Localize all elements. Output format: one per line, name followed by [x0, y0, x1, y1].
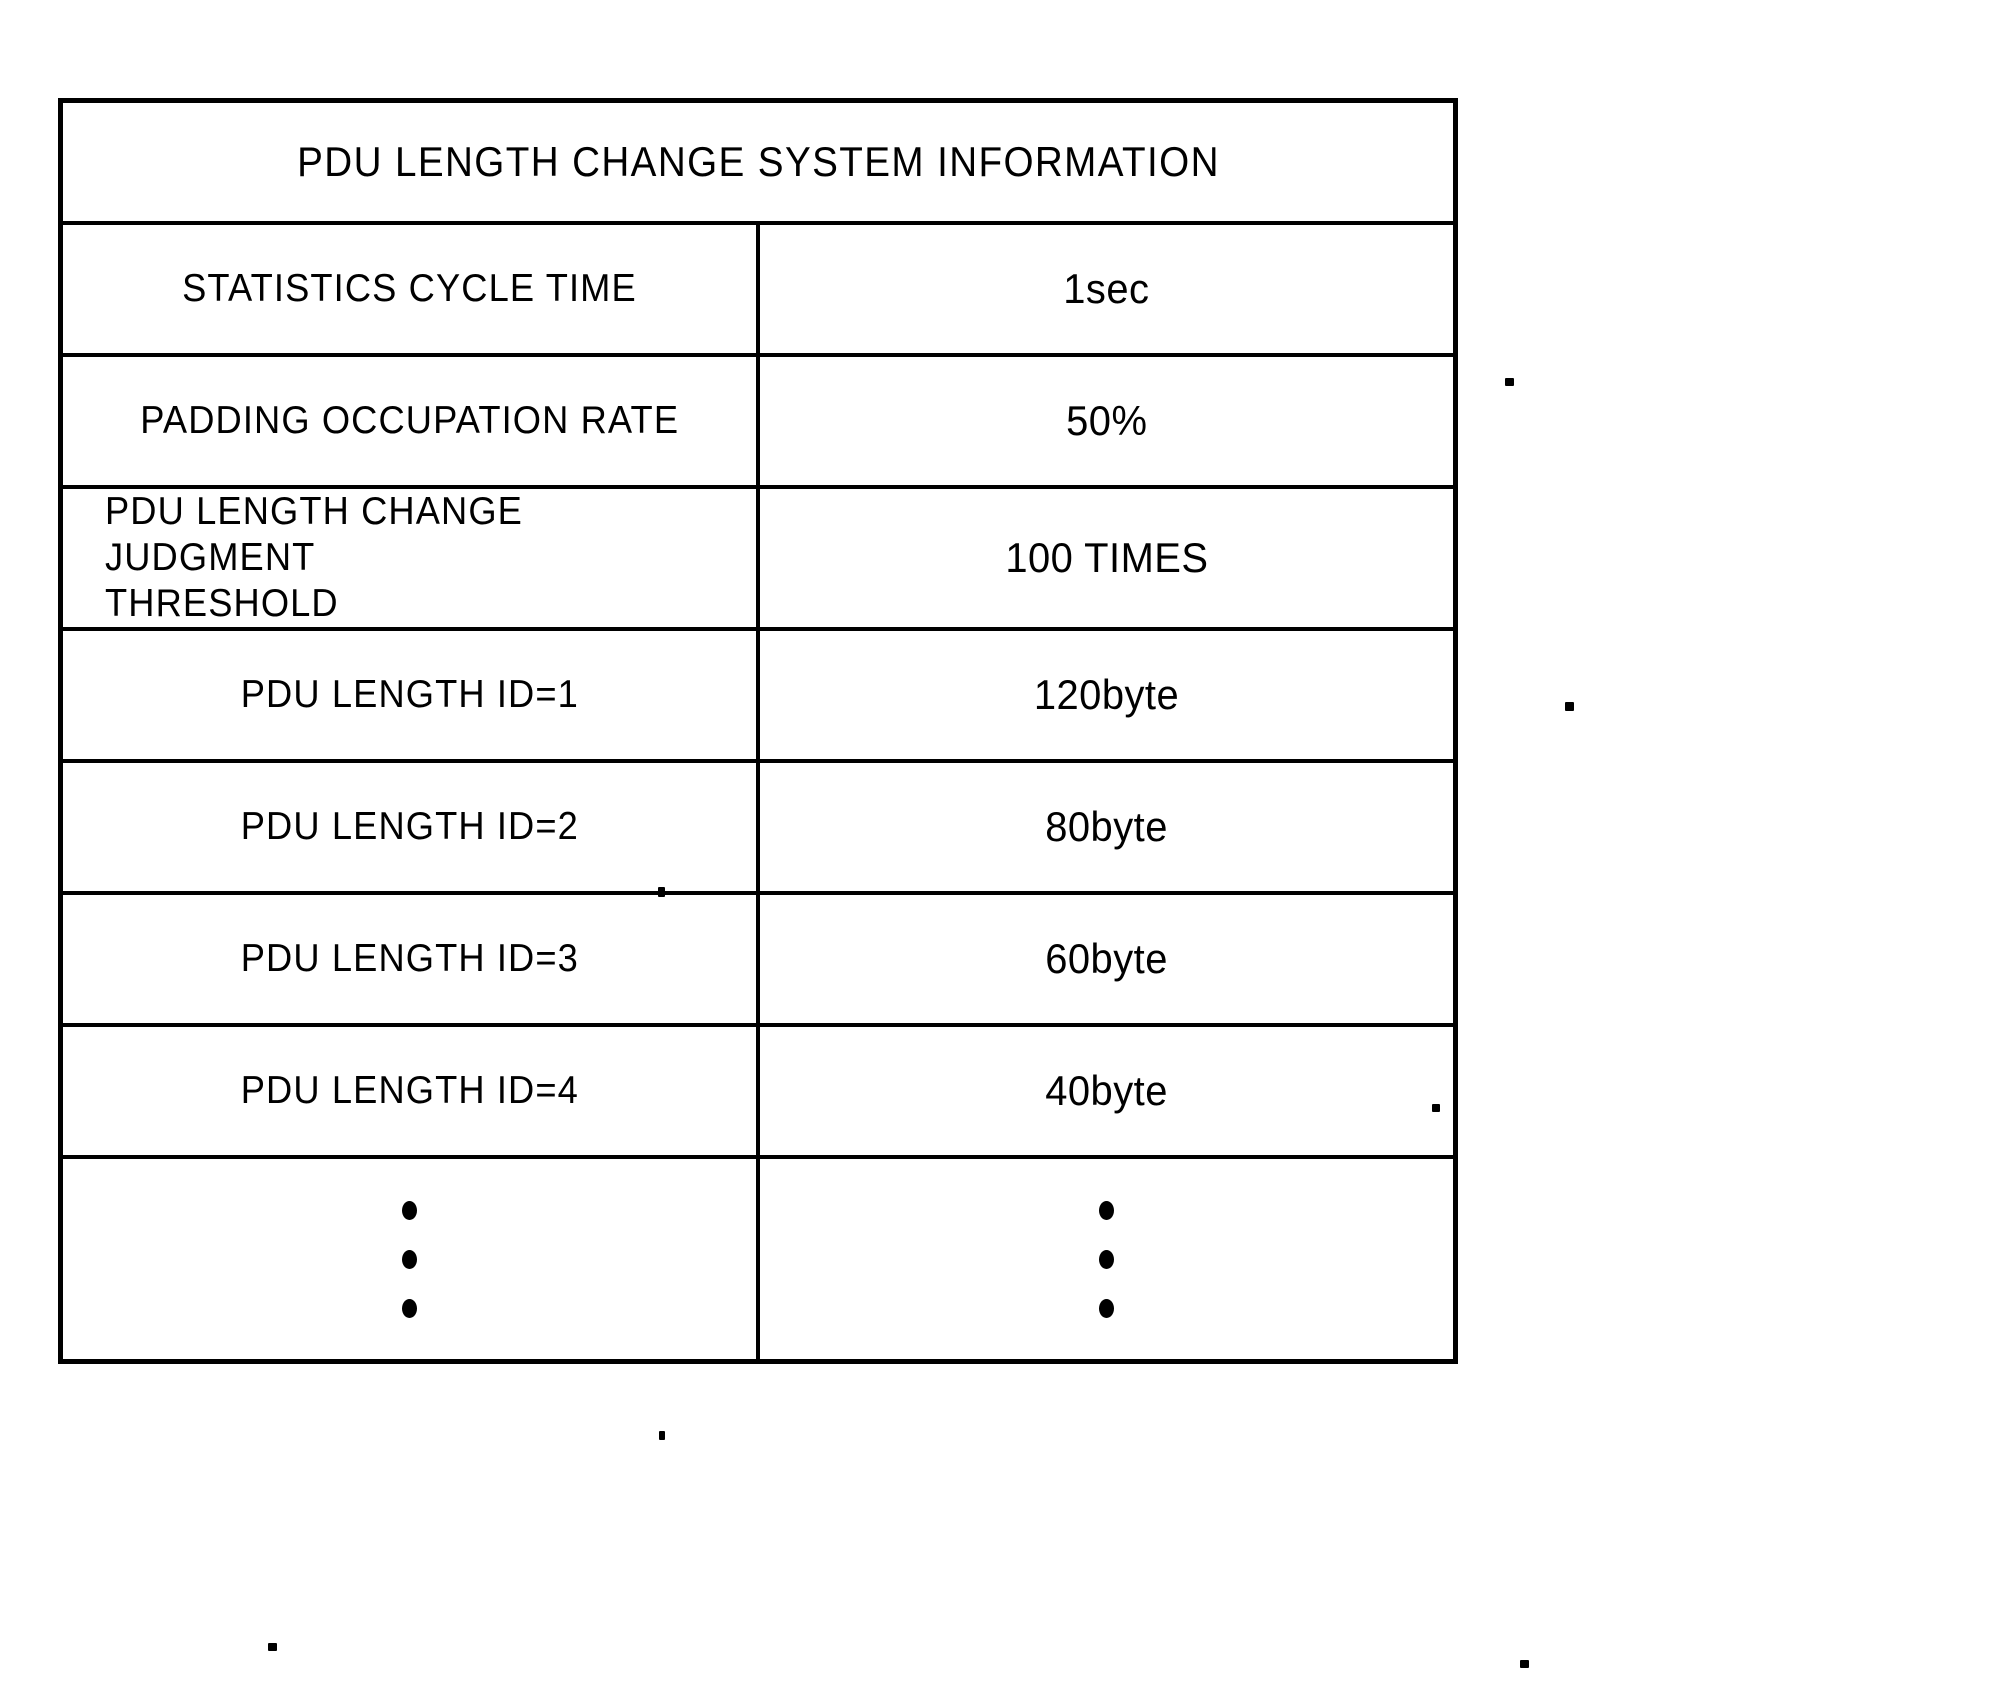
vertical-ellipsis-icon: [58, 1155, 760, 1364]
value-text: 80byte: [1045, 803, 1168, 851]
vertical-ellipsis-value-column: [1099, 1200, 1114, 1318]
row-value-statistics-cycle-time: 1sec: [756, 221, 1458, 357]
value-text: 100 TIMES: [1004, 534, 1209, 582]
scan-speck: [658, 887, 665, 897]
table-continuation-row: [58, 1155, 1458, 1364]
vertical-ellipsis-label-column: [402, 1200, 417, 1318]
label-text: STATISTICS CYCLE TIME: [182, 266, 637, 310]
table-header-row: PDU LENGTH CHANGE SYSTEM INFORMATION: [61, 98, 1456, 225]
ellipsis-dot: [402, 1200, 417, 1220]
pdu-length-change-system-information-table: PDU LENGTH CHANGE SYSTEM INFORMATION STA…: [58, 98, 1458, 1365]
table-row: PDU LENGTH ID=4 40byte: [58, 1023, 1458, 1160]
row-label-padding-occupation-rate: PADDING OCCUPATION RATE: [58, 353, 760, 489]
value-text: 50%: [1065, 397, 1148, 444]
vertical-ellipsis-icon: [756, 1155, 1458, 1364]
row-label-pdu-length-id-4: PDU LENGTH ID=4: [58, 1023, 760, 1160]
ellipsis-dot: [402, 1298, 417, 1318]
label-text: PDU LENGTH ID=1: [240, 673, 579, 717]
ellipsis-dot: [402, 1249, 417, 1269]
row-label-statistics-cycle-time: STATISTICS CYCLE TIME: [58, 221, 760, 357]
row-value-pdu-length-id-2: 80byte: [756, 759, 1458, 896]
label-text-line-1: PDU LENGTH CHANGE JUDGMENT: [105, 490, 524, 580]
ellipsis-dot: [1099, 1298, 1114, 1318]
page-title: PDU LENGTH CHANGE SYSTEM INFORMATION: [296, 138, 1220, 185]
scan-speck: [659, 1431, 665, 1440]
label-text: PDU LENGTH ID=4: [240, 1069, 579, 1113]
figure-canvas: PDU LENGTH CHANGE SYSTEM INFORMATION STA…: [0, 0, 2000, 1703]
table-body: PDU LENGTH CHANGE SYSTEM INFORMATION STA…: [58, 98, 1458, 1364]
label-text: PDU LENGTH ID=3: [240, 937, 579, 981]
row-value-pdu-length-change-judgment-threshold: 100 TIMES: [756, 484, 1458, 632]
label-text: PADDING OCCUPATION RATE: [140, 398, 679, 442]
value-text: 1sec: [1063, 265, 1150, 312]
table-row: STATISTICS CYCLE TIME 1sec: [58, 221, 1458, 357]
scan-speck: [1432, 1104, 1440, 1112]
table-row: PDU LENGTH ID=2 80byte: [58, 759, 1458, 896]
ellipsis-dot: [1099, 1249, 1114, 1269]
row-value-padding-occupation-rate: 50%: [756, 353, 1458, 489]
table-row: PADDING OCCUPATION RATE 50%: [58, 353, 1458, 489]
value-text: 60byte: [1045, 935, 1168, 983]
label-text: PDU LENGTH ID=2: [240, 805, 579, 849]
table-row: PDU LENGTH ID=3 60byte: [58, 891, 1458, 1028]
value-text: 40byte: [1045, 1067, 1168, 1115]
label-text-line-2: THRESHOLD: [105, 582, 339, 626]
row-value-pdu-length-id-1: 120byte: [756, 627, 1458, 764]
row-label-pdu-length-id-2: PDU LENGTH ID=2: [58, 759, 760, 896]
table-title-cell: PDU LENGTH CHANGE SYSTEM INFORMATION: [114, 98, 1402, 225]
table-row: PDU LENGTH CHANGE JUDGMENT THRESHOLD 100…: [58, 484, 1458, 632]
scan-speck: [1565, 702, 1574, 711]
ellipsis-dot: [1099, 1200, 1114, 1220]
table-row: PDU LENGTH ID=1 120byte: [58, 627, 1458, 764]
row-label-pdu-length-id-3: PDU LENGTH ID=3: [58, 891, 760, 1028]
scan-speck: [1505, 378, 1514, 386]
row-value-pdu-length-id-3: 60byte: [756, 891, 1458, 1028]
scan-speck: [1520, 1660, 1529, 1668]
value-text: 120byte: [1033, 671, 1180, 719]
row-label-pdu-length-change-judgment-threshold: PDU LENGTH CHANGE JUDGMENT THRESHOLD: [58, 484, 760, 632]
row-value-pdu-length-id-4: 40byte: [756, 1023, 1458, 1160]
scan-speck: [268, 1643, 277, 1651]
row-label-pdu-length-id-1: PDU LENGTH ID=1: [58, 627, 760, 764]
